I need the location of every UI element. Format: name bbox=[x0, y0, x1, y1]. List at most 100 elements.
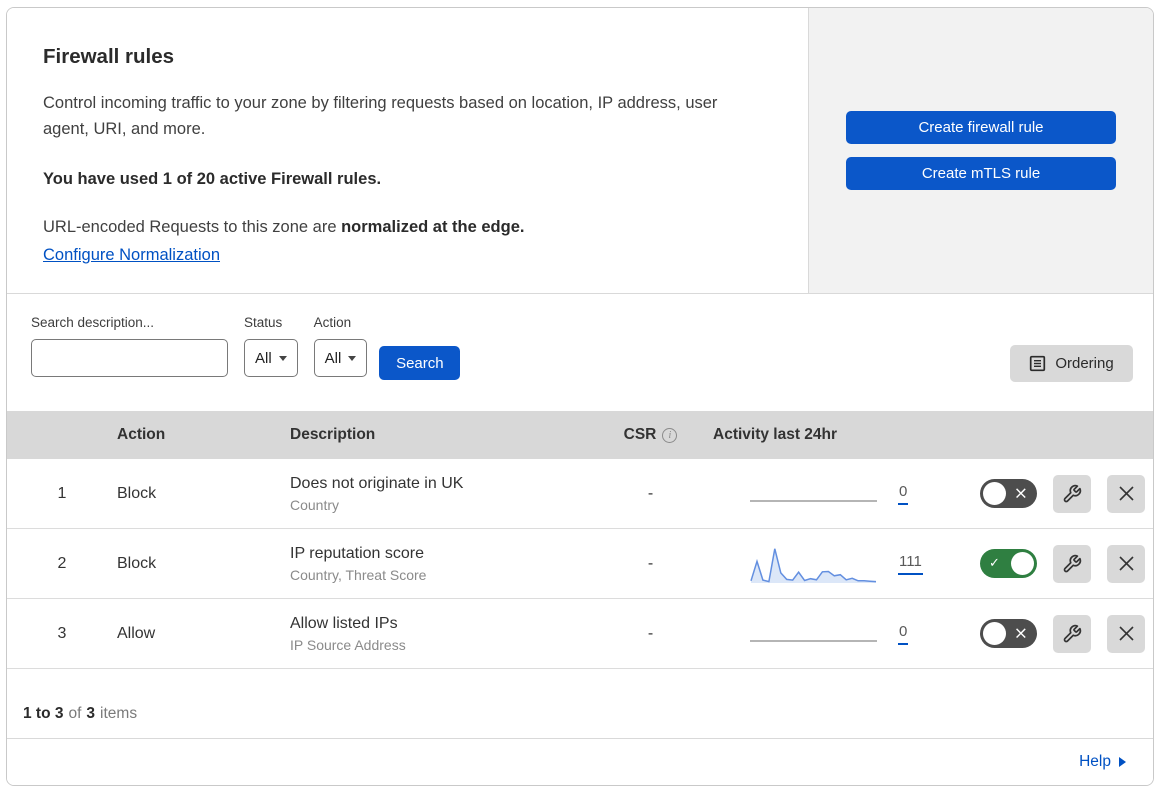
rule-action: Block bbox=[117, 484, 157, 502]
wrench-icon bbox=[1063, 484, 1082, 502]
toggle-knob bbox=[983, 622, 1006, 645]
action-selected-value: All bbox=[324, 349, 342, 367]
filter-bar: Search description... Status All Action … bbox=[7, 294, 1153, 411]
page-title: Firewall rules bbox=[43, 45, 175, 68]
rule-csr-value: - bbox=[647, 484, 654, 502]
chevron-down-icon bbox=[348, 355, 357, 361]
activity-count-link[interactable]: 0 bbox=[898, 483, 909, 505]
status-label: Status bbox=[244, 315, 283, 330]
delete-rule-button[interactable] bbox=[1107, 544, 1145, 583]
column-csr: CSR i bbox=[603, 426, 698, 444]
wrench-icon bbox=[1063, 554, 1082, 572]
ordering-list-icon bbox=[1030, 355, 1046, 372]
toggle-knob bbox=[1011, 552, 1034, 575]
rule-priority: 1 bbox=[57, 484, 67, 502]
rule-csr-value: - bbox=[647, 554, 654, 572]
column-activity: Activity last 24hr bbox=[713, 426, 838, 443]
rule-csr-value: - bbox=[647, 624, 654, 642]
search-button[interactable]: Search bbox=[379, 346, 461, 380]
info-icon[interactable]: i bbox=[662, 427, 678, 443]
pagination-range: 1 to 3 bbox=[23, 705, 64, 722]
pagination-of: of bbox=[68, 705, 82, 722]
toggle-knob bbox=[983, 482, 1006, 505]
rule-action: Allow bbox=[117, 624, 156, 642]
create-mtls-rule-button[interactable]: Create mTLS rule bbox=[846, 157, 1116, 190]
pagination-total: 3 bbox=[86, 705, 96, 722]
rule-priority: 3 bbox=[57, 624, 67, 642]
rule-fields: IP Source Address bbox=[290, 636, 406, 653]
activity-sparkline bbox=[750, 472, 877, 516]
rule-action: Block bbox=[117, 554, 157, 572]
rule-fields: Country bbox=[290, 496, 340, 513]
table-row: 1 Block Does not originate in UK Country… bbox=[7, 459, 1153, 529]
rule-controls: × bbox=[938, 614, 1153, 653]
status-selected-value: All bbox=[255, 349, 272, 367]
help-bar: Help bbox=[7, 738, 1153, 785]
rule-controls: ✓ bbox=[938, 544, 1153, 583]
search-box[interactable] bbox=[31, 339, 248, 377]
rule-description-title: IP reputation score bbox=[290, 544, 425, 562]
action-label: Action bbox=[313, 315, 352, 330]
wrench-icon bbox=[1063, 624, 1082, 642]
table-row: 3 Allow Allow listed IPs IP Source Addre… bbox=[7, 599, 1153, 669]
status-filter: Status All bbox=[244, 315, 298, 411]
configure-normalization-link[interactable]: Configure Normalization bbox=[43, 246, 220, 265]
rule-description-title: Allow listed IPs bbox=[290, 614, 398, 632]
actions-panel: Create firewall rule Create mTLS rule bbox=[809, 8, 1153, 293]
chevron-down-icon bbox=[278, 355, 287, 361]
action-filter: Action All bbox=[313, 315, 368, 411]
rule-fields: Country, Threat Score bbox=[290, 566, 427, 583]
search-label: Search description... bbox=[31, 315, 155, 330]
column-action: Action bbox=[117, 426, 166, 443]
rule-priority: 2 bbox=[57, 554, 67, 572]
activity-sparkline bbox=[750, 612, 877, 656]
status-toggle[interactable]: × bbox=[980, 619, 1037, 648]
status-dropdown[interactable]: All bbox=[244, 339, 298, 377]
normalization-note: URL-encoded Requests to this zone are no… bbox=[43, 218, 748, 237]
toggle-state-icon: ✓ bbox=[989, 555, 1000, 571]
action-dropdown[interactable]: All bbox=[313, 339, 368, 377]
column-description: Description bbox=[290, 426, 376, 443]
rule-description: Allow listed IPs IP Source Address bbox=[290, 615, 603, 653]
rule-description-title: Does not originate in UK bbox=[290, 474, 464, 492]
ordering-button-label: Ordering bbox=[1055, 355, 1114, 372]
rule-activity: 111 bbox=[698, 542, 938, 586]
create-firewall-rule-button[interactable]: Create firewall rule bbox=[846, 111, 1116, 144]
pagination-summary: 1 to 3 of 3 items bbox=[7, 669, 1153, 738]
search-input[interactable] bbox=[49, 340, 248, 376]
usage-summary: You have used 1 of 20 active Firewall ru… bbox=[43, 170, 382, 188]
table-row: 2 Block IP reputation score Country, Thr… bbox=[7, 529, 1153, 599]
firewall-rules-panel: Firewall rules Control incoming traffic … bbox=[6, 7, 1154, 786]
status-toggle[interactable]: ✓ bbox=[980, 549, 1037, 578]
rule-description: Does not originate in UK Country bbox=[290, 475, 603, 513]
help-label: Help bbox=[1079, 753, 1111, 770]
search-filter: Search description... bbox=[31, 315, 248, 411]
help-link[interactable]: Help bbox=[1079, 753, 1126, 771]
activity-sparkline bbox=[750, 542, 877, 586]
activity-count-link[interactable]: 111 bbox=[898, 553, 923, 575]
x-icon bbox=[1118, 626, 1134, 641]
rule-controls: × bbox=[938, 474, 1153, 513]
rule-activity: 0 bbox=[698, 612, 938, 656]
header-text-card: Firewall rules Control incoming traffic … bbox=[7, 8, 809, 293]
rule-description: IP reputation score Country, Threat Scor… bbox=[290, 545, 603, 583]
toggle-state-icon: × bbox=[1013, 623, 1028, 644]
arrow-right-icon bbox=[1119, 757, 1126, 767]
rule-activity: 0 bbox=[698, 472, 938, 516]
edit-rule-button[interactable] bbox=[1053, 544, 1091, 583]
pagination-items: items bbox=[100, 705, 138, 722]
table-header: Action Description CSR i Activity last 24… bbox=[7, 411, 1153, 459]
activity-count-link[interactable]: 0 bbox=[898, 623, 909, 645]
normalization-prefix: URL-encoded Requests to this zone are bbox=[43, 218, 342, 236]
delete-rule-button[interactable] bbox=[1107, 614, 1145, 653]
page-description: Control incoming traffic to your zone by… bbox=[43, 94, 718, 138]
edit-rule-button[interactable] bbox=[1053, 614, 1091, 653]
edit-rule-button[interactable] bbox=[1053, 474, 1091, 513]
x-icon bbox=[1118, 556, 1134, 571]
header-section: Firewall rules Control incoming traffic … bbox=[7, 8, 1153, 294]
ordering-button[interactable]: Ordering bbox=[1010, 345, 1133, 382]
delete-rule-button[interactable] bbox=[1107, 474, 1145, 513]
toggle-state-icon: × bbox=[1013, 483, 1028, 504]
status-toggle[interactable]: × bbox=[980, 479, 1037, 508]
normalization-bold: normalized at the edge. bbox=[341, 218, 525, 236]
